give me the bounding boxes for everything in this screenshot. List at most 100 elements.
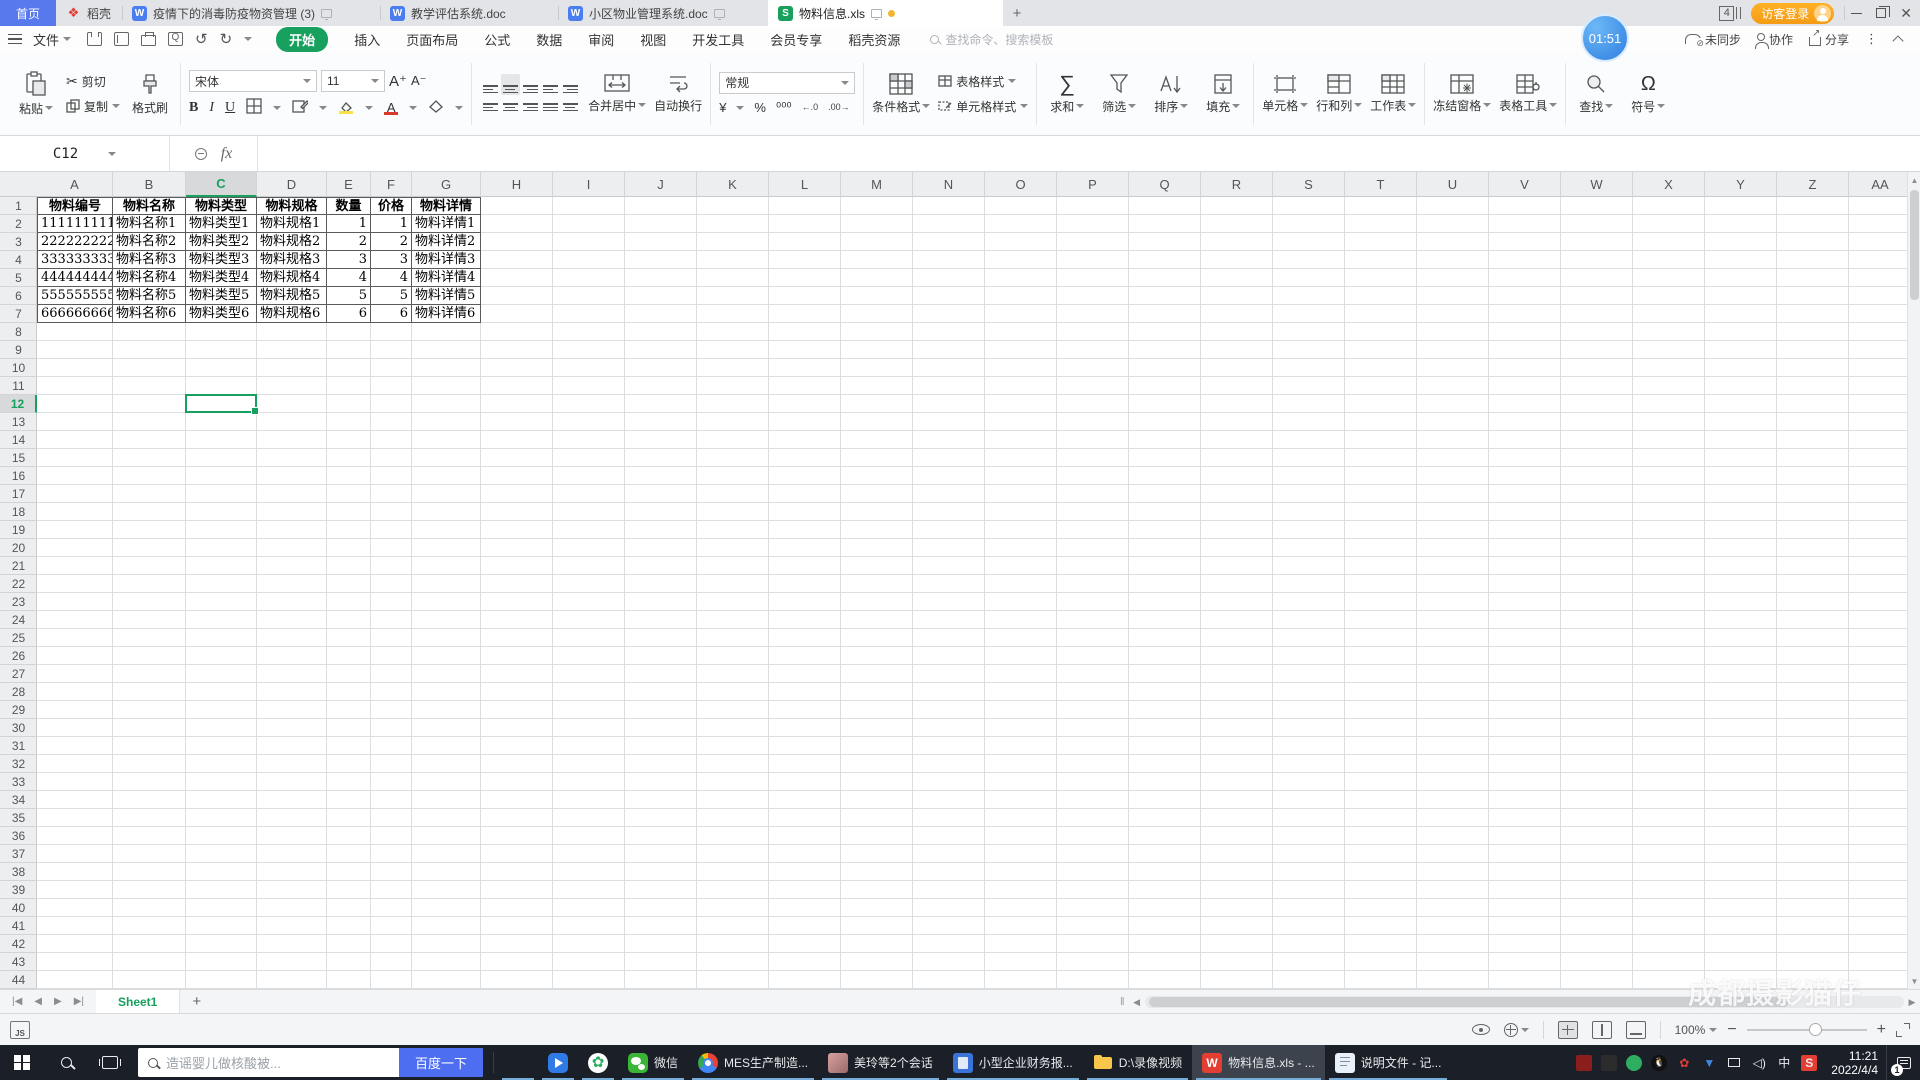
column-header-Y[interactable]: Y (1705, 172, 1777, 197)
grid-cell-A5[interactable]: 4444444444 (37, 269, 113, 287)
format-painter-button[interactable]: 格式刷 (128, 61, 172, 127)
fullscreen-icon[interactable] (1896, 1022, 1910, 1037)
grid-cell-F1[interactable]: 价格 (371, 197, 412, 215)
grid-cell-E6[interactable]: 5 (327, 287, 371, 305)
grid-cell-E2[interactable]: 1 (327, 215, 371, 233)
row-header-43[interactable]: 43 (0, 953, 37, 971)
normal-view-button[interactable] (1557, 1020, 1578, 1039)
column-header-O[interactable]: O (985, 172, 1057, 197)
row-header-34[interactable]: 34 (0, 791, 37, 809)
sort-button[interactable]: 排序 (1149, 61, 1193, 127)
row-header-5[interactable]: 5 (0, 269, 37, 287)
row-header-11[interactable]: 11 (0, 377, 37, 395)
table-tools-button[interactable]: 表格工具 (1499, 61, 1558, 127)
tray-app-icon[interactable] (1601, 1054, 1618, 1071)
currency-button[interactable]: ¥ (719, 100, 726, 115)
grid-cell-E3[interactable]: 2 (327, 233, 371, 251)
row-header-19[interactable]: 19 (0, 521, 37, 539)
column-header-T[interactable]: T (1345, 172, 1417, 197)
print-icon[interactable] (141, 31, 157, 46)
tray-wps-s-icon[interactable]: S (1801, 1054, 1818, 1071)
column-header-P[interactable]: P (1057, 172, 1129, 197)
tray-360-icon[interactable]: ✿ (1676, 1055, 1692, 1071)
row-header-20[interactable]: 20 (0, 539, 37, 557)
italic-button[interactable]: I (209, 100, 214, 116)
menu-formulas[interactable]: 公式 (484, 30, 510, 49)
row-header-41[interactable]: 41 (0, 917, 37, 935)
app-wps-active[interactable]: W 物料信息.xls - ... (1192, 1045, 1325, 1080)
column-header-U[interactable]: U (1417, 172, 1489, 197)
grid-cell-B7[interactable]: 物料名称6 (113, 305, 186, 323)
row-header-21[interactable]: 21 (0, 557, 37, 575)
menu-insert[interactable]: 插入 (354, 30, 380, 49)
grid-cell-E1[interactable]: 数量 (327, 197, 371, 215)
new-tab-button[interactable]: + (1003, 0, 1031, 26)
grid-cell-D4[interactable]: 物料规格3 (257, 251, 327, 269)
sheet-tab-active[interactable]: Sheet1 (96, 990, 181, 1013)
split-handle[interactable]: ‖ (1120, 996, 1125, 1008)
align-bottom-button[interactable] (522, 76, 538, 94)
grid-cell-C4[interactable]: 物料类型3 (186, 251, 257, 269)
column-header-D[interactable]: D (257, 172, 327, 197)
more-options-icon[interactable]: ⋮ (1865, 31, 1878, 47)
eraser-button[interactable] (428, 99, 444, 116)
last-sheet-button[interactable]: ▶| (74, 996, 84, 1007)
print-preview-icon[interactable] (168, 32, 184, 46)
tab-home[interactable]: 首页 (0, 0, 56, 26)
cells-region[interactable]: 物料编号物料名称物料类型物料规格数量价格物料详情1111111111物料名称1物… (37, 197, 1912, 989)
align-center-button[interactable] (502, 94, 518, 112)
draw-border-dropdown[interactable] (319, 105, 328, 110)
grid-cell-D6[interactable]: 物料规格5 (257, 287, 327, 305)
row-header-28[interactable]: 28 (0, 683, 37, 701)
app-chrome-mes[interactable]: MES生产制造... (688, 1045, 818, 1080)
row-header-14[interactable]: 14 (0, 431, 37, 449)
row-header-10[interactable]: 10 (0, 359, 37, 377)
minimize-button[interactable] (1851, 12, 1863, 14)
vertical-scroll-thumb[interactable] (1910, 190, 1919, 300)
row-header-18[interactable]: 18 (0, 503, 37, 521)
command-search[interactable]: 查找命令、搜索模板 (930, 31, 1053, 48)
zoom-level-button[interactable]: 100% (1675, 1023, 1718, 1037)
grid-cell-D7[interactable]: 物料规格6 (257, 305, 327, 323)
insert-function-button[interactable]: fx (221, 145, 233, 163)
grid-cell-E7[interactable]: 6 (327, 305, 371, 323)
collaborate-button[interactable]: 协作 (1754, 31, 1793, 49)
row-header-42[interactable]: 42 (0, 935, 37, 953)
conditional-format-button[interactable]: 条件格式 (872, 61, 931, 127)
row-header-31[interactable]: 31 (0, 737, 37, 755)
vertical-scrollbar[interactable]: ▲ ▼ (1907, 172, 1920, 989)
grid-cell-G1[interactable]: 物料详情 (412, 197, 481, 215)
row-header-40[interactable]: 40 (0, 899, 37, 917)
scroll-up-icon[interactable]: ▲ (1908, 172, 1920, 188)
grid-cell-D3[interactable]: 物料规格2 (257, 233, 327, 251)
percent-button[interactable]: % (754, 100, 766, 115)
baidu-search-box[interactable]: 造谣婴儿做核酸被... 百度一下 (138, 1048, 483, 1077)
baidu-search-button[interactable]: 百度一下 (398, 1048, 483, 1077)
close-button[interactable]: ✕ (1900, 6, 1912, 20)
grid-cell-C1[interactable]: 物料类型 (186, 197, 257, 215)
row-header-7[interactable]: 7 (0, 305, 37, 323)
row-header-32[interactable]: 32 (0, 755, 37, 773)
align-middle-button[interactable] (500, 73, 520, 96)
horizontal-scroll-track[interactable] (1144, 996, 1904, 1008)
grid-cell-D1[interactable]: 物料规格 (257, 197, 327, 215)
column-header-K[interactable]: K (697, 172, 769, 197)
grid-cell-B4[interactable]: 物料名称3 (113, 251, 186, 269)
column-header-AA[interactable]: AA (1849, 172, 1912, 197)
menu-home[interactable]: 开始 (276, 26, 329, 52)
grid-cell-A6[interactable]: 5555555555 (37, 287, 113, 305)
draw-border-button[interactable] (292, 98, 310, 117)
app-folder-videos[interactable]: D:\录像视频 (1083, 1045, 1192, 1080)
grid-cell-G7[interactable]: 物料详情6 (412, 305, 481, 323)
worksheet-button[interactable]: 工作表 (1370, 61, 1417, 127)
filter-button[interactable]: 筛选 (1097, 61, 1141, 127)
tray-volume-icon[interactable]: ◁) (1751, 1055, 1767, 1071)
grid-cell-D5[interactable]: 物料规格4 (257, 269, 327, 287)
column-header-B[interactable]: B (113, 172, 186, 197)
fill-button[interactable]: 填充 (1201, 61, 1245, 127)
page-layout-view-button[interactable] (1591, 1020, 1612, 1039)
grid-cell-E5[interactable]: 4 (327, 269, 371, 287)
app-finance-report[interactable]: 小型企业财务报... (943, 1045, 1083, 1080)
zoom-slider-thumb[interactable] (1808, 1022, 1822, 1036)
grid-cell-A3[interactable]: 2222222222 (37, 233, 113, 251)
